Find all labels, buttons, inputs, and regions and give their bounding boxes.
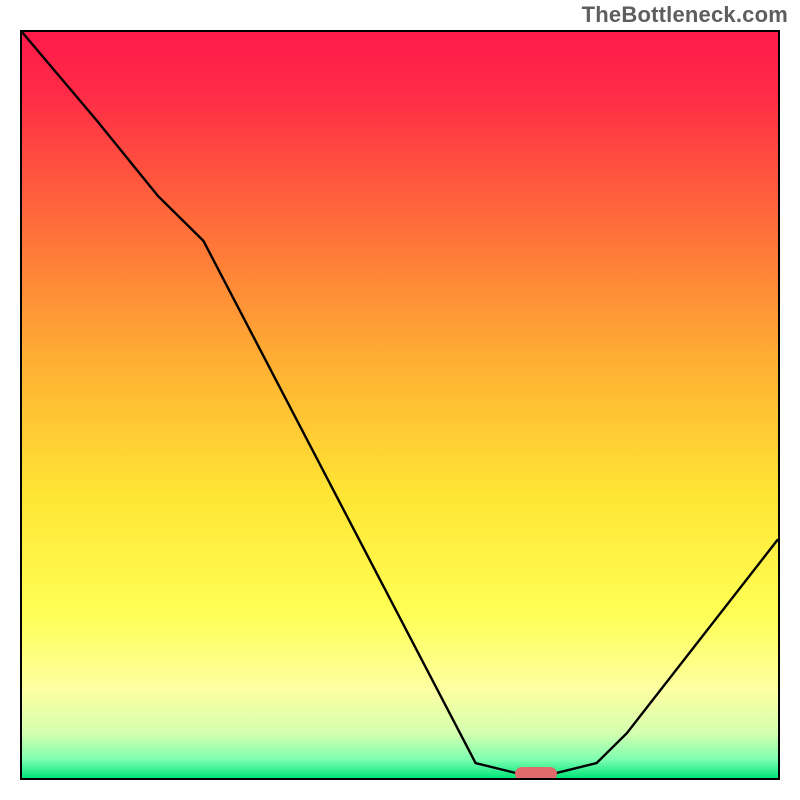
chart-frame — [20, 30, 780, 780]
watermark-text: TheBottleneck.com — [582, 2, 788, 28]
bottleneck-curve — [22, 32, 778, 778]
optimal-marker — [515, 767, 557, 780]
